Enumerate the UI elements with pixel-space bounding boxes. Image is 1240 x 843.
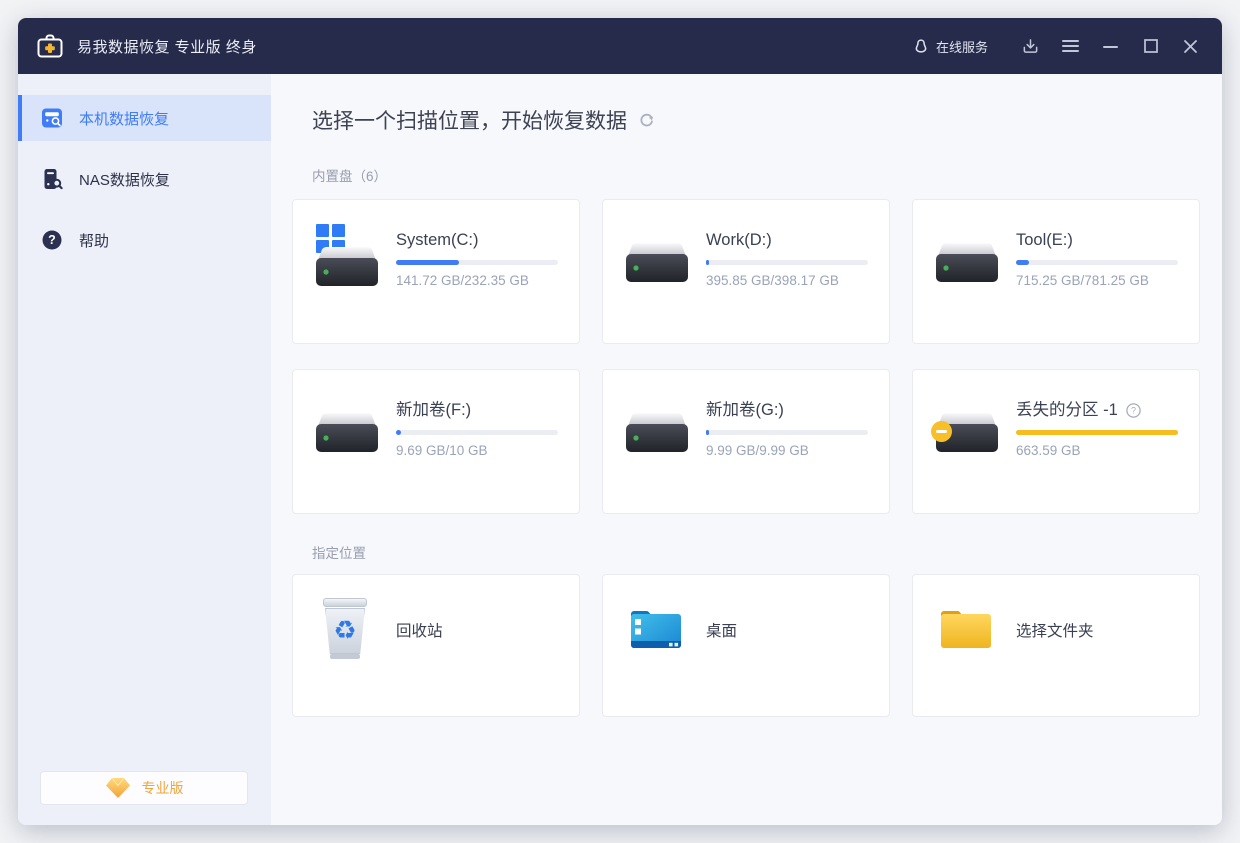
page-title: 选择一个扫描位置，开始恢复数据 — [312, 105, 627, 135]
drive-card-tool-e[interactable]: Tool(E:) 715.25 GB/781.25 GB — [912, 199, 1200, 344]
location-label: 选择文件夹 — [1016, 619, 1094, 641]
app-title: 易我数据恢复 专业版 终身 — [77, 36, 257, 57]
drive-name: System(C:) — [396, 228, 561, 252]
desktop-folder-icon — [628, 605, 684, 656]
refresh-icon[interactable] — [638, 111, 656, 129]
minimize-button[interactable] — [1102, 38, 1119, 55]
drive-card-work-d[interactable]: Work(D:) 395.85 GB/398.17 GB — [602, 199, 890, 344]
capacity-bar — [706, 430, 868, 435]
folder-icon — [938, 606, 994, 655]
help-icon: ? — [40, 228, 64, 252]
internal-drives-grid: System(C:) 141.72 GB/232.35 GB — [292, 199, 1222, 514]
drive-name: Work(D:) — [706, 228, 871, 252]
drive-name: 新加卷(F:) — [396, 398, 561, 422]
drive-card-new-volume-f[interactable]: 新加卷(F:) 9.69 GB/10 GB — [292, 369, 580, 514]
svg-text:?: ? — [1131, 405, 1136, 415]
online-service-button[interactable]: 在线服务 — [913, 37, 988, 56]
titlebar: 易我数据恢复 专业版 终身 在线服务 — [18, 18, 1222, 74]
capacity-bar — [1016, 260, 1178, 265]
location-label: 回收站 — [396, 619, 443, 641]
capacity-bar — [396, 430, 558, 435]
drive-name: 丢失的分区 -1 — [1016, 398, 1118, 422]
online-service-label: 在线服务 — [936, 37, 988, 56]
drive-size: 9.69 GB/10 GB — [396, 443, 561, 459]
sidebar-item-label: 帮助 — [79, 230, 109, 251]
local-recovery-icon — [40, 106, 64, 130]
drive-card-system-c[interactable]: System(C:) 141.72 GB/232.35 GB — [292, 199, 580, 344]
drive-icon — [315, 224, 381, 290]
drive-icon — [315, 394, 381, 460]
locations-grid: ♻ 回收站 — [292, 574, 1222, 717]
nas-recovery-icon — [40, 167, 64, 191]
choose-folder-card[interactable]: 选择文件夹 — [912, 574, 1200, 717]
drive-card-lost-partition[interactable]: 丢失的分区 -1 ? 663.59 GB — [912, 369, 1200, 514]
sidebar: 本机数据恢复 NAS数据恢复 — [18, 74, 271, 825]
sidebar-item-help[interactable]: ? 帮助 — [18, 217, 271, 263]
sidebar-item-label: 本机数据恢复 — [79, 108, 169, 129]
capacity-bar — [1016, 430, 1178, 435]
drive-card-new-volume-g[interactable]: 新加卷(G:) 9.99 GB/9.99 GB — [602, 369, 890, 514]
menu-icon[interactable] — [1062, 38, 1079, 55]
internal-disks-label: 内置盘（6） — [312, 165, 1222, 185]
sidebar-item-nas-recovery[interactable]: NAS数据恢复 — [18, 156, 271, 202]
capacity-bar — [706, 260, 868, 265]
locations-label: 指定位置 — [312, 542, 1222, 562]
drive-icon — [935, 224, 1001, 290]
recycle-bin-card[interactable]: ♻ 回收站 — [292, 574, 580, 717]
maximize-button[interactable] — [1142, 38, 1159, 55]
recycle-bin-icon: ♻ — [321, 598, 369, 660]
close-button[interactable] — [1182, 38, 1199, 55]
location-label: 桌面 — [706, 619, 737, 641]
app-window: 易我数据恢复 专业版 终身 在线服务 — [18, 18, 1222, 825]
drive-icon — [935, 394, 1001, 460]
drive-size: 715.25 GB/781.25 GB — [1016, 273, 1181, 289]
desktop-card[interactable]: 桌面 — [602, 574, 890, 717]
drive-size: 141.72 GB/232.35 GB — [396, 273, 561, 289]
drive-size: 663.59 GB — [1016, 443, 1181, 459]
edition-label: 专业版 — [142, 778, 184, 798]
lost-partition-minus-icon — [931, 421, 952, 442]
drive-icon — [625, 394, 691, 460]
svg-text:?: ? — [48, 233, 56, 247]
online-service-icon — [913, 38, 929, 54]
drive-size: 9.99 GB/9.99 GB — [706, 443, 871, 459]
drive-icon — [625, 224, 691, 290]
capacity-bar — [396, 260, 558, 265]
drive-name: 新加卷(G:) — [706, 398, 871, 422]
edition-badge-button[interactable]: 专业版 — [40, 771, 248, 805]
sidebar-item-label: NAS数据恢复 — [79, 169, 170, 190]
help-circle-icon[interactable]: ? — [1126, 403, 1141, 418]
download-icon[interactable] — [1022, 38, 1039, 55]
drive-size: 395.85 GB/398.17 GB — [706, 273, 871, 289]
drive-name: Tool(E:) — [1016, 228, 1181, 252]
app-logo-icon — [36, 33, 64, 59]
main-panel: 选择一个扫描位置，开始恢复数据 内置盘（6） — [271, 74, 1222, 825]
sidebar-item-local-recovery[interactable]: 本机数据恢复 — [18, 95, 271, 141]
gem-icon — [105, 777, 131, 799]
